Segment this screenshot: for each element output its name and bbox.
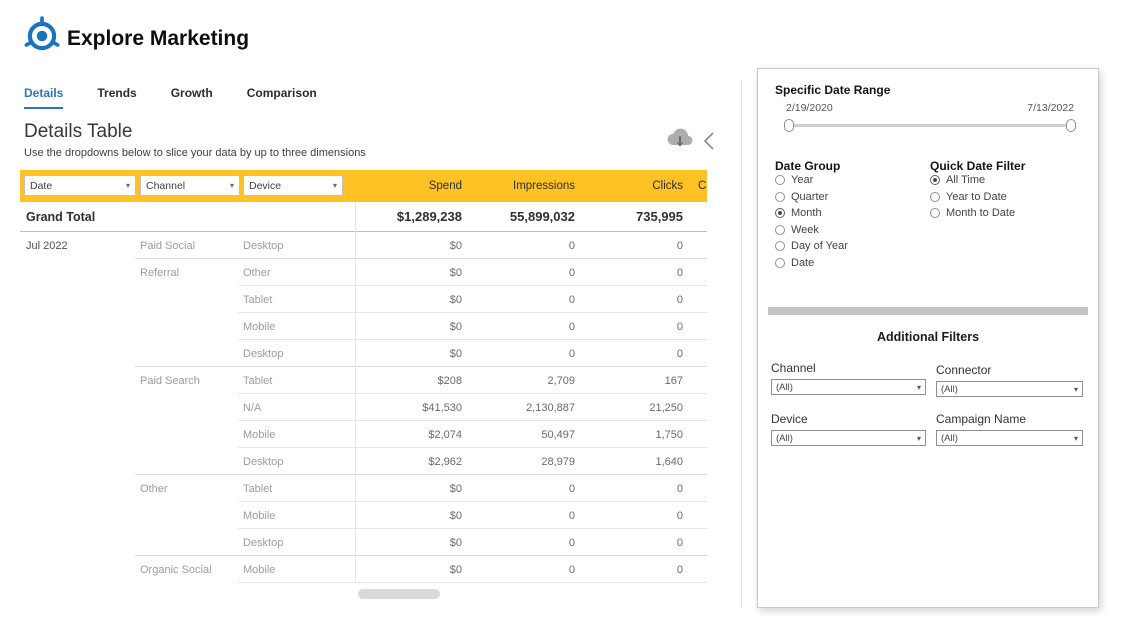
connector-filter-label: Connector: [936, 363, 991, 377]
filters-panel: Specific Date Range 2/19/2020 7/13/2022 …: [757, 68, 1099, 608]
col-header-spend: Spend: [429, 170, 462, 202]
device-dimension-dropdown[interactable]: Device ▾: [243, 175, 343, 196]
cloud-download-icon[interactable]: [664, 127, 696, 153]
date-group-title: Date Group: [775, 159, 840, 173]
radio-icon: [775, 175, 785, 185]
app-title: Explore Marketing: [67, 27, 249, 51]
app-header: Explore Marketing: [22, 16, 249, 61]
grand-total-row: Grand Total $1,289,238 55,899,032 735,99…: [20, 202, 707, 232]
date-dimension-value: Date: [30, 180, 52, 192]
table-row: Desktop $0 0 0: [20, 529, 707, 556]
table-row: Desktop $0 0 0: [20, 340, 707, 367]
chevron-down-icon: ▾: [126, 181, 130, 190]
radio-icon: [775, 258, 785, 268]
details-table: Date ▾ Channel ▾ Device ▾ Spend Impressi…: [20, 170, 707, 583]
col-header-impressions: Impressions: [513, 170, 575, 202]
tab-bar: Details Trends Growth Comparison: [24, 86, 317, 109]
date-range-slider[interactable]: [788, 119, 1072, 133]
slider-handle-end[interactable]: [1066, 119, 1076, 132]
horizontal-scrollbar-thumb[interactable]: [358, 589, 440, 599]
channel-filter-dropdown[interactable]: (All) ▾: [771, 379, 926, 395]
table-row: N/A $41,530 2,130,887 21,250: [20, 394, 707, 421]
radio-year-to-date[interactable]: Year to Date: [930, 191, 1015, 203]
table-row: Mobile $2,074 50,497 1,750: [20, 421, 707, 448]
additional-filters-title: Additional Filters: [758, 330, 1098, 344]
radio-icon: [775, 225, 785, 235]
chevron-down-icon: ▾: [1074, 385, 1078, 394]
device-filter-label: Device: [771, 412, 808, 426]
radio-all-time[interactable]: All Time: [930, 174, 1015, 186]
grand-total-spend: $1,289,238: [355, 209, 462, 224]
chevron-down-icon: ▾: [230, 181, 234, 190]
section-title: Details Table: [24, 121, 132, 143]
campaign-name-filter-dropdown[interactable]: (All) ▾: [936, 430, 1083, 446]
radio-quarter[interactable]: Quarter: [775, 191, 848, 203]
table-row: Tablet $0 0 0: [20, 286, 707, 313]
chevron-down-icon: ▾: [917, 434, 921, 443]
table-row: Jul 2022 Paid Social Desktop $0 0 0: [20, 232, 707, 259]
tab-trends[interactable]: Trends: [97, 86, 136, 109]
date-range-title: Specific Date Range: [775, 83, 890, 97]
grand-total-clicks: 735,995: [575, 209, 683, 224]
radio-week[interactable]: Week: [775, 224, 848, 236]
target-compass-icon: [22, 16, 62, 61]
chevron-down-icon: ▾: [333, 181, 337, 190]
radio-year[interactable]: Year: [775, 174, 848, 186]
connector-filter-dropdown[interactable]: (All) ▾: [936, 381, 1083, 397]
table-header: Date ▾ Channel ▾ Device ▾ Spend Impressi…: [20, 170, 707, 202]
col-header-truncated: C: [698, 170, 706, 202]
channel-dimension-dropdown[interactable]: Channel ▾: [140, 175, 240, 196]
table-row: Mobile $0 0 0: [20, 313, 707, 340]
device-filter-dropdown[interactable]: (All) ▾: [771, 430, 926, 446]
radio-selected-icon: [775, 208, 785, 218]
dashboard: Explore Marketing Details Trends Growth …: [0, 0, 1132, 636]
date-group-radios: Year Quarter Month Week Day of Year Date: [775, 174, 848, 269]
panel-scrollbar-thumb[interactable]: [768, 307, 1088, 315]
col-header-clicks: Clicks: [652, 170, 683, 202]
grand-total-impressions: 55,899,032: [462, 209, 575, 224]
chevron-down-icon: ▾: [917, 383, 921, 392]
date-range-end: 7/13/2022: [1027, 102, 1074, 114]
measures-divider: [355, 202, 356, 583]
quick-date-filter-title: Quick Date Filter: [930, 159, 1025, 173]
content-panel-divider: [741, 80, 742, 608]
radio-month[interactable]: Month: [775, 207, 848, 219]
radio-icon: [775, 192, 785, 202]
radio-icon: [930, 208, 940, 218]
table-row: Referral Other $0 0 0: [20, 259, 707, 286]
slider-handle-start[interactable]: [784, 119, 794, 132]
channel-dimension-value: Channel: [146, 180, 185, 192]
table-row: Desktop $2,962 28,979 1,640: [20, 448, 707, 475]
radio-day-of-year[interactable]: Day of Year: [775, 240, 848, 252]
date-range-start: 2/19/2020: [786, 102, 833, 114]
campaign-name-filter-label: Campaign Name: [936, 412, 1026, 426]
radio-date[interactable]: Date: [775, 257, 848, 269]
channel-filter-label: Channel: [771, 361, 816, 375]
radio-selected-icon: [930, 175, 940, 185]
table-row: Other Tablet $0 0 0: [20, 475, 707, 502]
radio-icon: [930, 192, 940, 202]
chevron-left-icon[interactable]: [702, 130, 716, 152]
device-dimension-value: Device: [249, 180, 281, 192]
section-subtitle: Use the dropdowns below to slice your da…: [24, 147, 366, 159]
table-row: Mobile $0 0 0: [20, 502, 707, 529]
table-row: Paid Search Tablet $208 2,709 167: [20, 367, 707, 394]
quick-date-filter-radios: All Time Year to Date Month to Date: [930, 174, 1015, 219]
grand-total-label: Grand Total: [20, 210, 135, 224]
table-row: Organic Social Mobile $0 0 0: [20, 556, 707, 583]
slider-track[interactable]: [788, 124, 1072, 127]
tab-details[interactable]: Details: [24, 86, 63, 109]
chevron-down-icon: ▾: [1074, 434, 1078, 443]
radio-month-to-date[interactable]: Month to Date: [930, 207, 1015, 219]
date-dimension-dropdown[interactable]: Date ▾: [24, 175, 136, 196]
tab-comparison[interactable]: Comparison: [247, 86, 317, 109]
tab-growth[interactable]: Growth: [171, 86, 213, 109]
radio-icon: [775, 241, 785, 251]
